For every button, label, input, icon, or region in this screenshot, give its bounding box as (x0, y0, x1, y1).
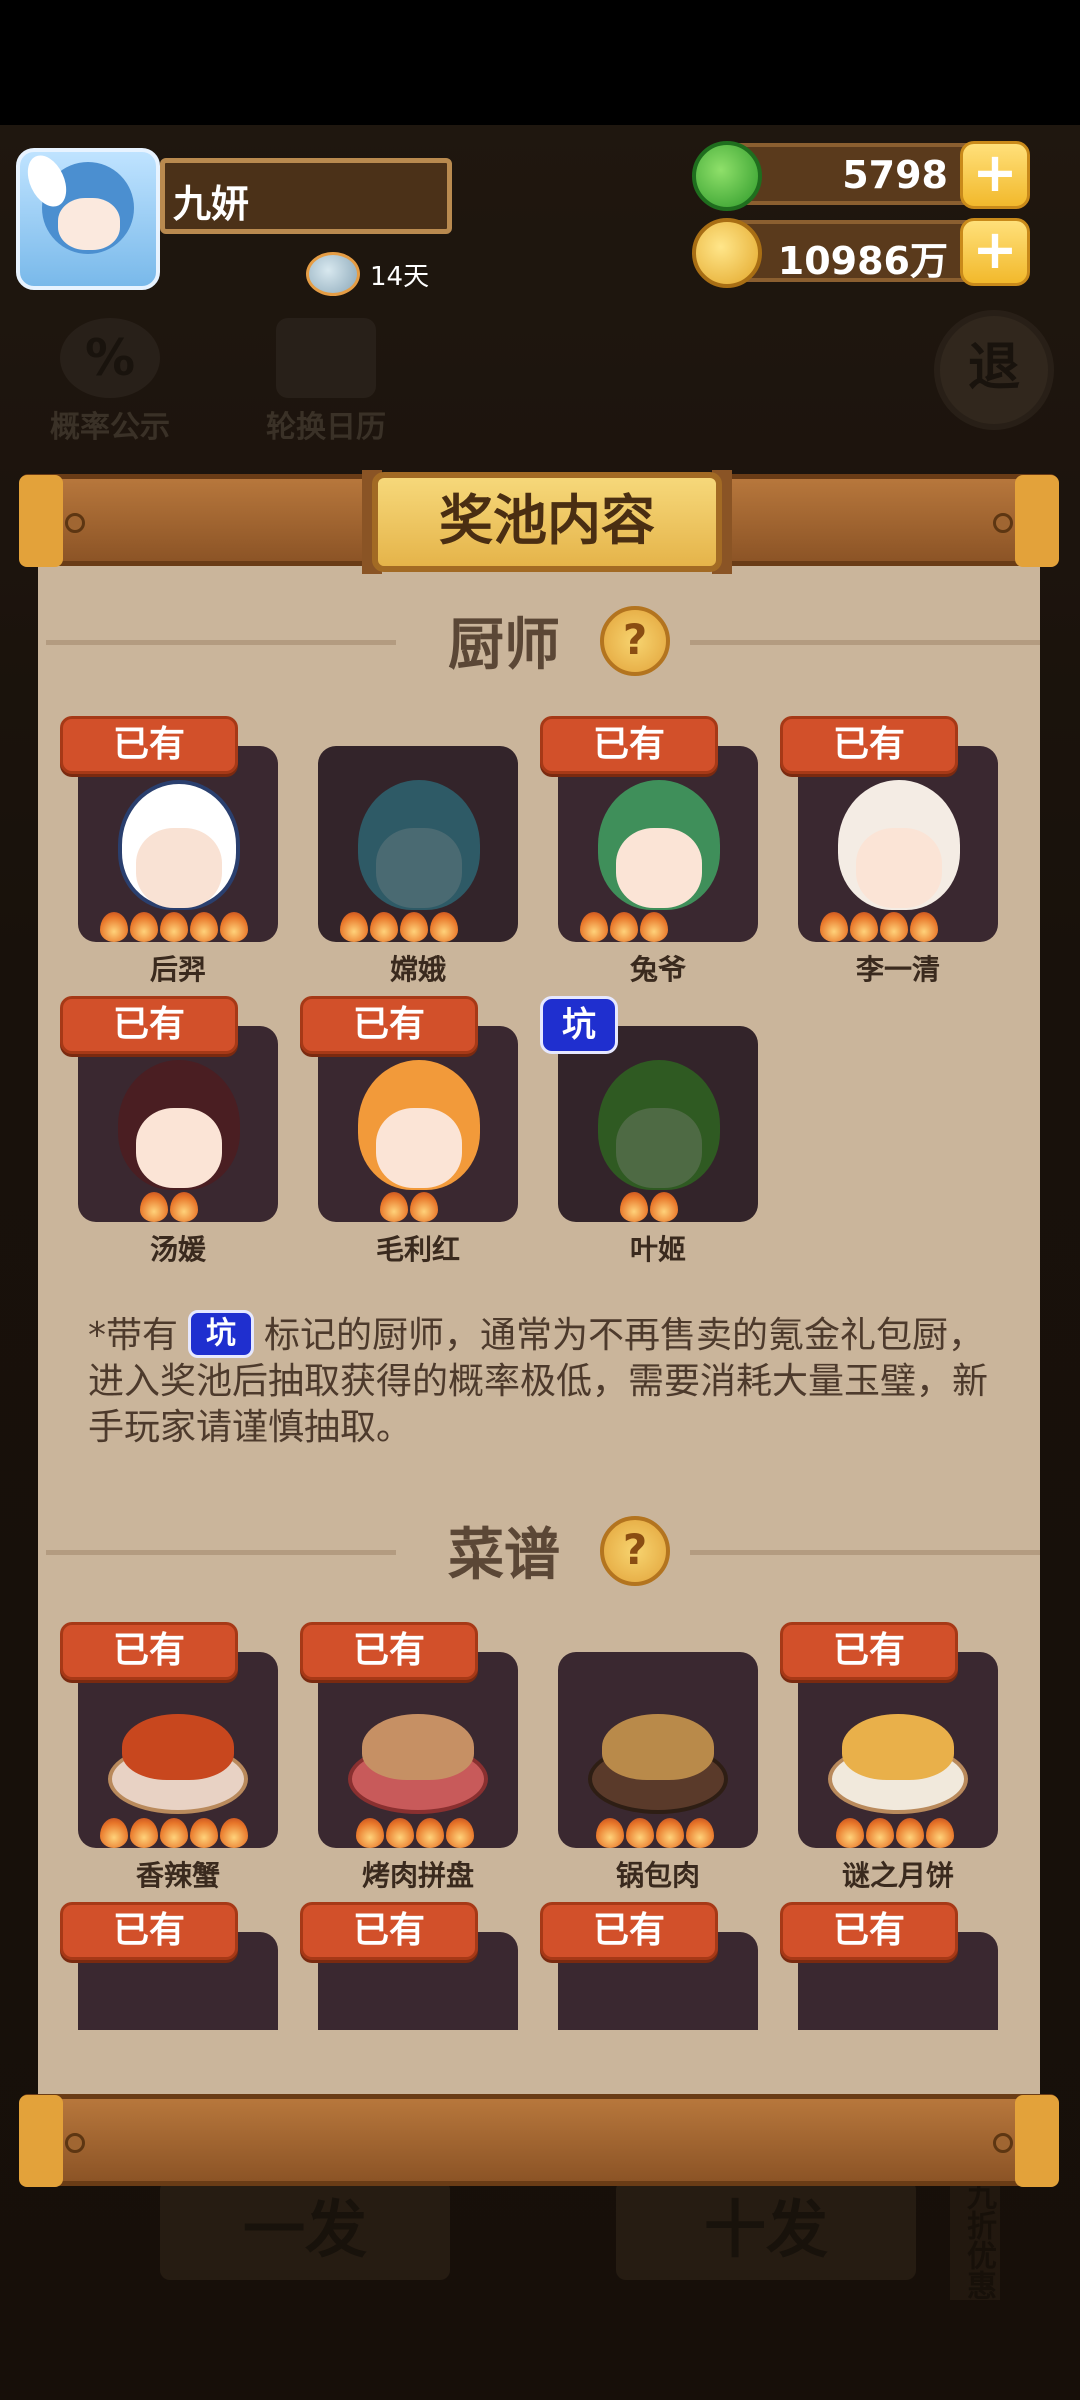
chef-section-header: 厨师 ? (38, 600, 1040, 680)
player-name: 九妍 (173, 182, 250, 226)
keng-note: *带有坑标记的厨师，通常为不再售卖的氪金礼包厨，进入奖池后抽取获得的概率极低，需… (88, 1310, 1008, 1451)
recipe-section-header: 菜谱 ? (38, 1510, 1040, 1590)
recipe-name: 香辣蟹 (135, 1859, 220, 1892)
dish-food (602, 1714, 714, 1780)
divider (690, 640, 1040, 645)
rarity-flames (100, 912, 248, 942)
rarity-flames (356, 1818, 474, 1848)
add-jade-button[interactable]: + (960, 141, 1030, 209)
recipe-help-icon[interactable]: ? (600, 1516, 670, 1586)
chef-name: 兔爷 (629, 953, 686, 986)
rarity-flames (340, 912, 458, 942)
rarity-flames (140, 1192, 198, 1222)
modal-title: 奖池内容 (372, 472, 722, 572)
recipe-name: 锅包肉 (615, 1859, 700, 1892)
dish-food (842, 1714, 954, 1780)
owned-badge: 已有 (300, 996, 478, 1054)
board-cap (1015, 2095, 1059, 2187)
chef-face (616, 1108, 702, 1188)
hotpot-icon (306, 252, 360, 296)
prize-pool-panel: 厨师 ? 已有 后羿 嫦娥 已有 兔爷 已有 李一清 已有 汤媛 已有 毛利红 … (38, 520, 1040, 2098)
scroll-clip (38, 2030, 1040, 2098)
coin-currency: 10986万 + (692, 218, 1030, 288)
owned-badge: 已有 (60, 996, 238, 1054)
owned-badge: 已有 (780, 716, 958, 774)
recipe-name: 烤肉拼盘 (361, 1859, 474, 1892)
recipe-section-title: 菜谱 (448, 1523, 560, 1588)
coin-icon (692, 218, 762, 288)
rarity-flames (100, 1818, 248, 1848)
dish-food (122, 1714, 234, 1780)
dish-food (362, 1714, 474, 1780)
rarity-flames (580, 912, 668, 942)
owned-badge: 已有 (300, 1902, 478, 1960)
board-cap (1015, 475, 1059, 567)
chef-face (136, 828, 222, 908)
days-text: 14天 (370, 261, 430, 292)
jade-amount: 5798 (842, 153, 948, 197)
chef-face (136, 1108, 222, 1188)
chef-help-icon[interactable]: ? (600, 606, 670, 676)
rarity-flames (620, 1192, 678, 1222)
rarity-flames (380, 1192, 438, 1222)
owned-badge: 已有 (780, 1622, 958, 1680)
owned-badge: 已有 (540, 716, 718, 774)
note-keng-badge: 坑 (188, 1310, 255, 1358)
panel-bottom-board (19, 2094, 1059, 2187)
owned-badge: 已有 (60, 1902, 238, 1960)
divider (46, 640, 396, 645)
owned-badge: 已有 (60, 1622, 238, 1680)
bolt-icon (993, 2133, 1013, 2153)
jade-icon (692, 141, 762, 211)
chef-face (616, 828, 702, 908)
rarity-flames (596, 1818, 714, 1848)
owned-badge: 已有 (60, 716, 238, 774)
owned-badge: 已有 (300, 1622, 478, 1680)
divider (46, 1550, 396, 1555)
player-avatar[interactable] (16, 148, 160, 290)
player-name-plate[interactable]: 九妍 (160, 158, 452, 234)
chef-name: 后羿 (149, 953, 206, 986)
add-coins-button[interactable]: + (960, 218, 1030, 286)
chef-face (856, 828, 942, 908)
chef-section-title: 厨师 (448, 613, 560, 678)
bolt-icon (65, 513, 85, 533)
divider (690, 1550, 1040, 1555)
chef-face (376, 828, 462, 908)
chef-name: 毛利红 (375, 1233, 460, 1266)
login-days: 14天 (306, 252, 429, 296)
owned-badge: 已有 (540, 1902, 718, 1960)
owned-badge: 已有 (780, 1902, 958, 1960)
board-cap (19, 475, 63, 567)
recipe-name: 谜之月饼 (841, 1859, 954, 1892)
coin-amount: 10986万 (777, 239, 948, 283)
chef-name: 汤媛 (149, 1233, 206, 1266)
keng-badge: 坑 (540, 996, 618, 1054)
rarity-flames (836, 1818, 954, 1848)
chef-name: 叶姬 (629, 1233, 686, 1266)
avatar-face (58, 198, 120, 250)
jade-currency: 5798 + (692, 141, 1030, 211)
chef-name: 嫦娥 (389, 953, 446, 986)
bolt-icon (65, 2133, 85, 2153)
bolt-icon (993, 513, 1013, 533)
chef-face (376, 1108, 462, 1188)
note-prefix: *带有 (88, 1315, 179, 1356)
board-cap (19, 2095, 63, 2187)
chef-name: 李一清 (855, 953, 940, 986)
rarity-flames (820, 912, 938, 942)
